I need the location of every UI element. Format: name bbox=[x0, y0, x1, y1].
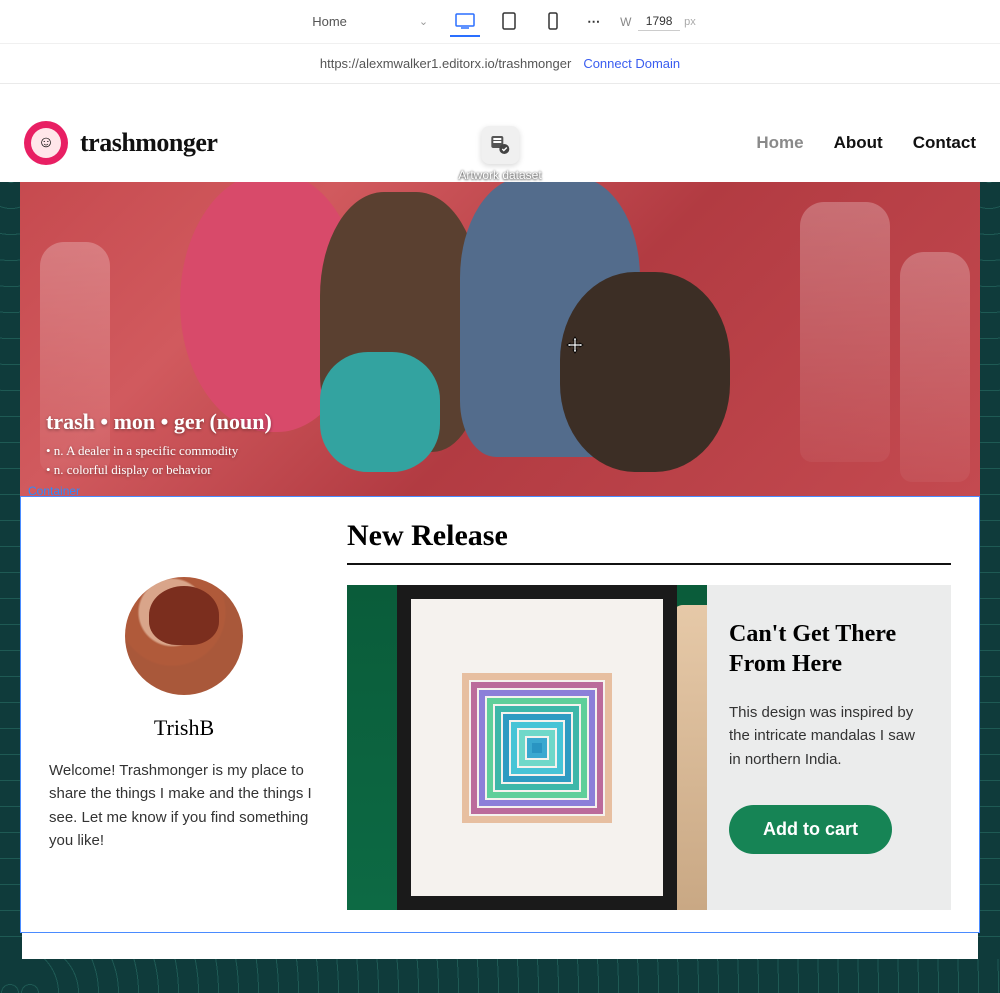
release-heading: New Release bbox=[347, 519, 951, 565]
page-selector-label: Home bbox=[312, 14, 347, 29]
selection-label: Container bbox=[28, 484, 80, 498]
tablet-icon bbox=[502, 12, 516, 30]
nav-link-about[interactable]: About bbox=[834, 133, 883, 153]
author-column: TrishB Welcome! Trashmonger is my place … bbox=[49, 519, 319, 910]
dataset-chip[interactable]: Artwork dataset bbox=[458, 126, 541, 182]
tablet-preview-button[interactable] bbox=[494, 7, 524, 37]
width-unit: px bbox=[684, 16, 696, 28]
nav-link-contact[interactable]: Contact bbox=[913, 133, 976, 153]
product-image[interactable] bbox=[347, 585, 707, 910]
author-bio: Welcome! Trashmonger is my place to shar… bbox=[49, 759, 319, 852]
width-label: W bbox=[620, 15, 634, 29]
product-info: Can't Get There From Here This design wa… bbox=[707, 585, 951, 910]
product-description: This design was inspired by the intricat… bbox=[729, 701, 929, 771]
author-avatar[interactable] bbox=[125, 577, 243, 695]
mobile-preview-button[interactable] bbox=[538, 7, 568, 37]
background-pattern-footer bbox=[0, 959, 1000, 993]
ellipsis-icon: ⋯ bbox=[587, 14, 601, 30]
hero-section[interactable]: trash • mon • ger (noun) • n. A dealer i… bbox=[20, 182, 980, 496]
hero-title: trash • mon • ger (noun) bbox=[46, 409, 272, 435]
author-name: TrishB bbox=[154, 715, 214, 741]
page-selector[interactable]: Home ⌄ bbox=[304, 10, 436, 33]
chevron-down-icon: ⌄ bbox=[419, 15, 428, 28]
preview-url-bar: https://alexmwalker1.editorx.io/trashmon… bbox=[0, 44, 1000, 84]
connect-domain-link[interactable]: Connect Domain bbox=[583, 56, 680, 71]
editor-canvas[interactable]: ☺ trashmonger Artwork dataset Home About… bbox=[0, 84, 1000, 993]
background-pattern-left bbox=[0, 179, 22, 965]
hero-line-1: • n. A dealer in a specific commodity bbox=[46, 443, 272, 459]
dataset-label: Artwork dataset bbox=[458, 168, 541, 182]
release-column: New Release bbox=[347, 519, 951, 910]
more-options-button[interactable]: ⋯ bbox=[582, 10, 606, 34]
canvas-width-control: W px bbox=[620, 12, 696, 31]
mandala-artwork-icon bbox=[462, 673, 612, 823]
editor-toolbar: Home ⌄ ⋯ W px bbox=[0, 0, 1000, 44]
logo-icon: ☺ bbox=[24, 121, 68, 165]
hero-line-2: • n. colorful display or behavior bbox=[46, 462, 272, 478]
preview-url: https://alexmwalker1.editorx.io/trashmon… bbox=[320, 56, 571, 71]
background-pattern-right bbox=[978, 179, 1000, 965]
desktop-icon bbox=[455, 13, 475, 29]
site-nav: Home About Contact bbox=[756, 133, 976, 153]
add-to-cart-button[interactable]: Add to cart bbox=[729, 805, 892, 854]
desktop-preview-button[interactable] bbox=[450, 7, 480, 37]
hero-text: trash • mon • ger (noun) • n. A dealer i… bbox=[46, 409, 272, 478]
logo-face-icon: ☺ bbox=[31, 128, 61, 158]
product-title: Can't Get There From Here bbox=[729, 619, 929, 679]
nav-link-home[interactable]: Home bbox=[756, 133, 803, 153]
site-name: trashmonger bbox=[80, 128, 217, 158]
site-logo-group[interactable]: ☺ trashmonger bbox=[24, 121, 217, 165]
site-header: ☺ trashmonger Artwork dataset Home About… bbox=[0, 104, 1000, 182]
mobile-icon bbox=[548, 12, 558, 30]
release-content-row: Can't Get There From Here This design wa… bbox=[347, 585, 951, 910]
dataset-icon bbox=[481, 126, 519, 164]
release-container[interactable]: TrishB Welcome! Trashmonger is my place … bbox=[20, 496, 980, 933]
move-cursor-icon bbox=[566, 336, 584, 354]
canvas-width-input[interactable] bbox=[638, 12, 680, 31]
